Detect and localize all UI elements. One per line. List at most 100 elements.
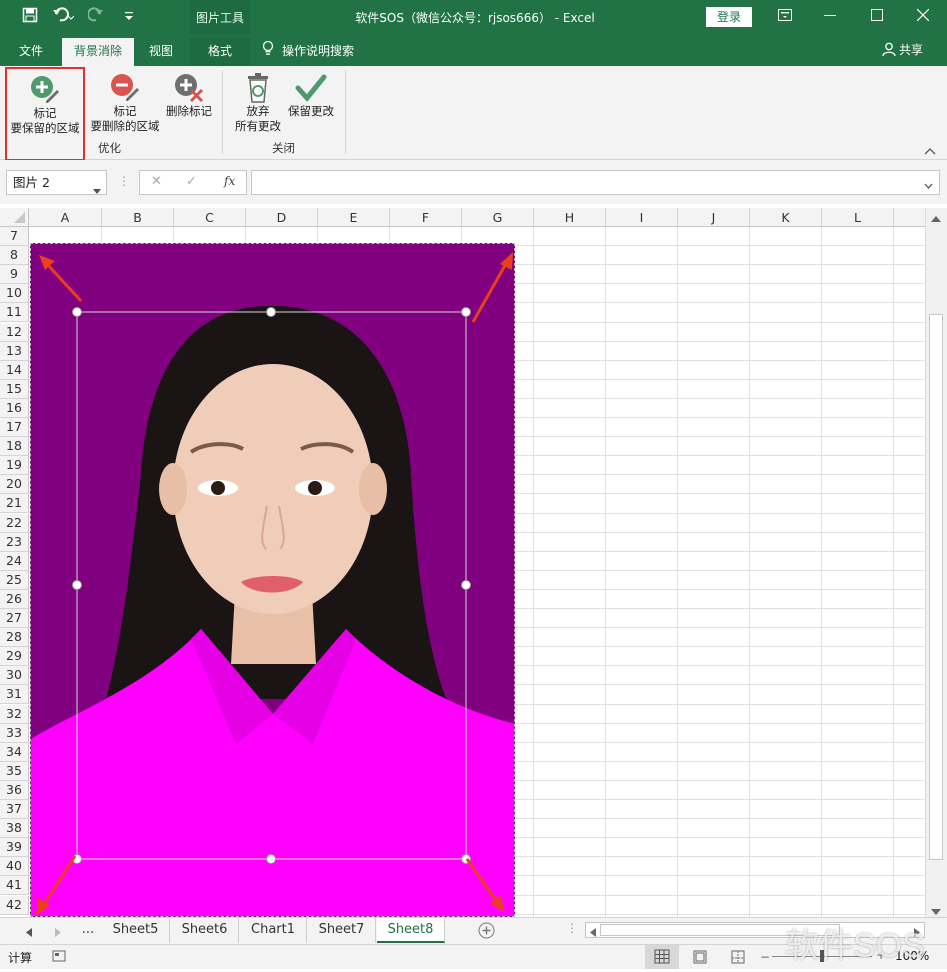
- row-header[interactable]: 22: [0, 513, 29, 533]
- row-header[interactable]: 30: [0, 666, 29, 686]
- undo-icon[interactable]: [52, 7, 75, 29]
- keep-changes-button[interactable]: 保留更改: [285, 72, 337, 119]
- row-header[interactable]: 32: [0, 704, 29, 724]
- tab-splitter-icon[interactable]: ⋮: [566, 921, 578, 935]
- horizontal-scroll-thumb[interactable]: [600, 924, 840, 936]
- mark-areas-to-remove-button[interactable]: 标记 要删除的区域: [87, 72, 163, 134]
- row-header[interactable]: 42: [0, 895, 29, 915]
- ribbon-display-options-icon[interactable]: [770, 5, 800, 29]
- discard-all-changes-button[interactable]: 放弃 所有更改: [230, 72, 286, 134]
- chevron-down-icon[interactable]: [93, 179, 101, 202]
- row-header[interactable]: 16: [0, 398, 29, 418]
- vertical-scrollbar[interactable]: [925, 208, 947, 917]
- enter-check-icon[interactable]: ✓: [186, 174, 197, 189]
- row-header[interactable]: 7: [0, 227, 29, 247]
- row-header[interactable]: 41: [0, 876, 29, 896]
- row-header[interactable]: 26: [0, 589, 29, 609]
- save-icon[interactable]: [22, 7, 38, 29]
- tell-me-search[interactable]: 操作说明搜索: [262, 38, 382, 66]
- row-header[interactable]: 11: [0, 303, 29, 323]
- customize-quick-access-icon[interactable]: [124, 7, 134, 29]
- row-header[interactable]: 38: [0, 819, 29, 839]
- row-header[interactable]: 39: [0, 838, 29, 858]
- page-layout-view-icon[interactable]: [693, 950, 707, 967]
- delete-mark-button[interactable]: 删除标记: [163, 72, 215, 119]
- zoom-out-icon[interactable]: −: [760, 950, 770, 964]
- zoom-slider-thumb[interactable]: [820, 950, 824, 962]
- scroll-left-icon[interactable]: [590, 926, 596, 940]
- maximize-icon[interactable]: [862, 5, 892, 29]
- row-header[interactable]: 33: [0, 723, 29, 743]
- sheet-tab-chart1[interactable]: Chart1: [240, 918, 307, 943]
- row-header[interactable]: 37: [0, 800, 29, 820]
- portrait-image[interactable]: [31, 244, 515, 917]
- row-header[interactable]: 31: [0, 685, 29, 705]
- row-header[interactable]: 28: [0, 628, 29, 648]
- collapse-ribbon-icon[interactable]: [924, 144, 936, 158]
- scroll-up-icon[interactable]: [931, 212, 941, 226]
- column-header[interactable]: E: [318, 208, 390, 227]
- row-header[interactable]: 35: [0, 761, 29, 781]
- tab-view[interactable]: 视图: [140, 38, 182, 66]
- row-header[interactable]: 19: [0, 456, 29, 476]
- column-header[interactable]: [894, 208, 925, 227]
- row-header[interactable]: 29: [0, 647, 29, 667]
- tab-background-removal[interactable]: 背景消除: [62, 38, 134, 66]
- column-header[interactable]: B: [102, 208, 174, 227]
- row-header[interactable]: 18: [0, 437, 29, 457]
- mark-areas-to-keep-button[interactable]: 标记 要保留的区域: [5, 67, 85, 161]
- expand-formula-icon[interactable]: [924, 179, 933, 193]
- name-box[interactable]: 图片 2: [6, 170, 107, 195]
- sheet-tab-sheet7[interactable]: Sheet7: [308, 918, 376, 943]
- row-header[interactable]: 20: [0, 475, 29, 495]
- zoom-level[interactable]: 100%: [895, 949, 929, 963]
- minimize-icon[interactable]: [815, 5, 845, 29]
- column-header[interactable]: K: [750, 208, 822, 227]
- sheet-tab-sheet6[interactable]: Sheet6: [171, 918, 239, 943]
- row-header[interactable]: 8: [0, 246, 29, 266]
- zoom-in-icon[interactable]: +: [876, 948, 886, 962]
- normal-view-button[interactable]: [645, 945, 679, 969]
- column-header[interactable]: H: [534, 208, 606, 227]
- formula-input[interactable]: [251, 170, 940, 195]
- row-header[interactable]: 24: [0, 551, 29, 571]
- column-header[interactable]: D: [246, 208, 318, 227]
- column-header[interactable]: J: [678, 208, 750, 227]
- new-sheet-icon[interactable]: [478, 922, 495, 942]
- row-header[interactable]: 14: [0, 360, 29, 380]
- tab-file[interactable]: 文件: [8, 38, 54, 66]
- share-button[interactable]: 共享: [882, 41, 923, 59]
- column-header[interactable]: A: [29, 208, 102, 227]
- column-header[interactable]: I: [606, 208, 678, 227]
- horizontal-scrollbar[interactable]: [585, 922, 925, 938]
- column-header[interactable]: F: [390, 208, 462, 227]
- row-header[interactable]: 9: [0, 265, 29, 285]
- sheet-tab-sheet5[interactable]: Sheet5: [102, 918, 170, 943]
- row-header[interactable]: 27: [0, 609, 29, 629]
- page-break-preview-icon[interactable]: [731, 950, 745, 967]
- redo-icon[interactable]: [87, 7, 110, 29]
- insert-function-icon[interactable]: fx: [224, 174, 235, 188]
- more-sheets-ellipsis[interactable]: ...: [74, 918, 102, 943]
- row-header[interactable]: 40: [0, 857, 29, 877]
- row-header[interactable]: 34: [0, 742, 29, 762]
- column-header[interactable]: C: [174, 208, 246, 227]
- next-sheet-icon[interactable]: [55, 926, 61, 940]
- sheet-tab-sheet8[interactable]: Sheet8: [377, 918, 445, 943]
- scroll-right-icon[interactable]: [914, 926, 920, 940]
- macro-recording-icon[interactable]: [52, 949, 66, 966]
- row-header[interactable]: 10: [0, 284, 29, 304]
- select-all-corner[interactable]: [0, 208, 29, 227]
- row-header[interactable]: 15: [0, 379, 29, 399]
- picture-background-removal[interactable]: [30, 243, 515, 917]
- column-header[interactable]: L: [822, 208, 894, 227]
- column-header[interactable]: G: [462, 208, 534, 227]
- row-header[interactable]: 23: [0, 532, 29, 552]
- login-button[interactable]: 登录: [706, 7, 752, 27]
- close-icon[interactable]: [908, 5, 938, 29]
- previous-sheet-icon[interactable]: [26, 926, 32, 940]
- row-header[interactable]: 25: [0, 570, 29, 590]
- vertical-scroll-thumb[interactable]: [929, 314, 943, 860]
- cancel-icon[interactable]: ✕: [151, 174, 162, 189]
- row-header[interactable]: 36: [0, 780, 29, 800]
